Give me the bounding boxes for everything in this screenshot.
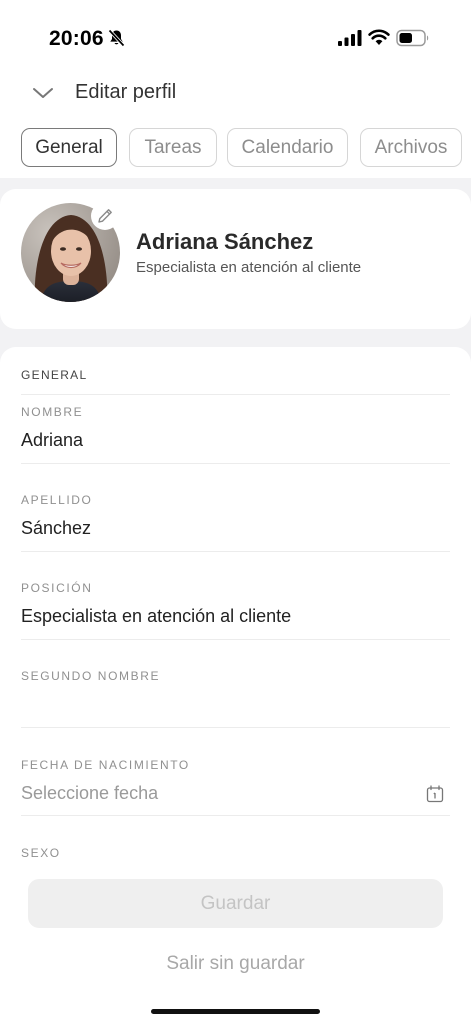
top-bar: 20:06 Editar perfil General Tareas Calen… [0, 0, 471, 178]
bell-slash-icon [108, 29, 125, 47]
field-sexo[interactable]: SEXO [21, 815, 450, 875]
battery-icon [396, 29, 429, 47]
section-title: GENERAL [21, 368, 88, 382]
tab-general[interactable]: General [21, 128, 117, 167]
general-form: GENERAL NOMBRE Adriana APELLIDO Sánchez … [0, 347, 471, 1024]
field-label: SEGUNDO NOMBRE [21, 669, 161, 683]
page-title: Editar perfil [75, 81, 177, 103]
status-time: 20:06 [49, 27, 104, 50]
field-label: NOMBRE [21, 405, 84, 419]
tab-tareas[interactable]: Tareas [129, 128, 217, 167]
exit-without-saving-link[interactable]: Salir sin guardar [0, 953, 471, 975]
field-label: APELLIDO [21, 493, 93, 507]
tab-bar: General Tareas Calendario Archivos [21, 128, 471, 167]
pencil-icon [98, 209, 112, 223]
nombre-input[interactable]: Adriana [21, 430, 83, 451]
profile-card: Adriana Sánchez Especialista en atención… [0, 189, 471, 329]
profile-name: Adriana Sánchez [136, 229, 314, 254]
calendar-icon[interactable] [426, 785, 444, 803]
field-posicion[interactable]: POSICIÓN Especialista en atención al cli… [21, 551, 450, 639]
posicion-input[interactable]: Especialista en atención al cliente [21, 606, 291, 627]
field-segundo-nombre[interactable]: SEGUNDO NOMBRE [21, 639, 450, 727]
tab-calendario[interactable]: Calendario [227, 128, 348, 167]
edit-avatar-button[interactable] [91, 202, 119, 230]
profile-position: Especialista en atención al cliente [136, 259, 362, 276]
chevron-down-icon[interactable] [32, 86, 54, 100]
field-fecha-nacimiento[interactable]: FECHA DE NACIMIENTO Seleccione fecha [21, 727, 450, 815]
apellido-input[interactable]: Sánchez [21, 518, 91, 539]
field-apellido[interactable]: APELLIDO Sánchez [21, 463, 450, 551]
tab-archivos[interactable]: Archivos [360, 128, 462, 167]
fecha-nacimiento-input[interactable]: Seleccione fecha [21, 783, 158, 804]
field-label: SEXO [21, 846, 61, 860]
home-indicator[interactable] [151, 1009, 320, 1014]
field-label: POSICIÓN [21, 581, 93, 595]
field-label: FECHA DE NACIMIENTO [21, 758, 190, 772]
wifi-icon [368, 29, 390, 45]
signal-icon [338, 30, 362, 46]
field-nombre[interactable]: NOMBRE Adriana [21, 394, 450, 463]
save-button[interactable]: Guardar [28, 879, 443, 928]
